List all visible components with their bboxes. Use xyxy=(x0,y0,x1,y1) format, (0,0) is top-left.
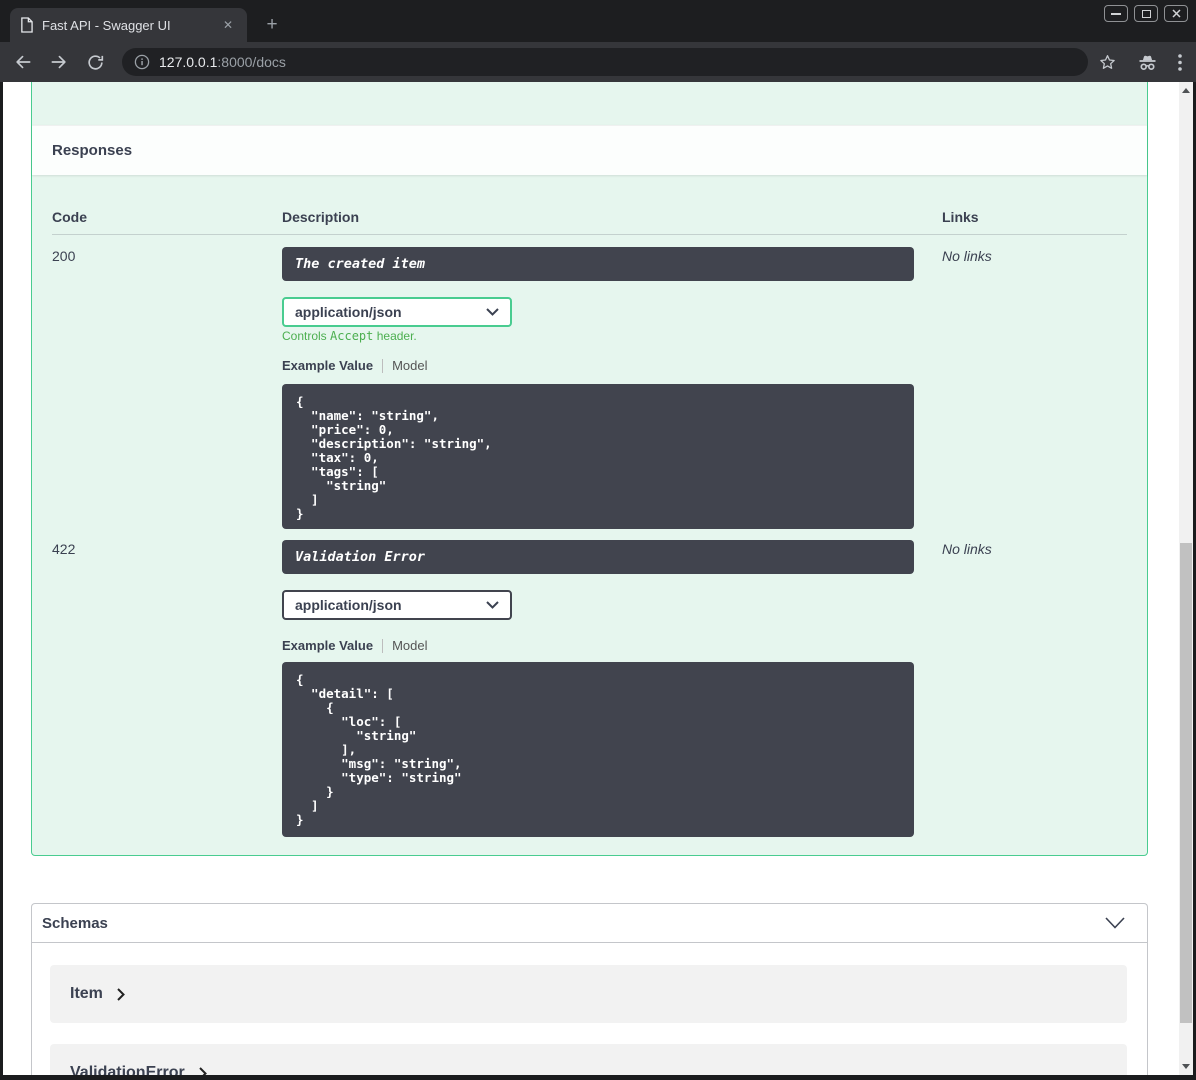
tab-close-icon[interactable]: ✕ xyxy=(219,16,237,34)
response-code-200: 200 xyxy=(52,248,76,264)
tab-model[interactable]: Model xyxy=(392,358,427,373)
browser-tab[interactable]: Fast API - Swagger UI ✕ xyxy=(10,8,247,42)
opblock-post: Responses Code Description Links 200 The… xyxy=(31,82,1148,856)
column-header-description: Description xyxy=(282,209,360,225)
forward-arrow-icon xyxy=(51,55,66,69)
example-model-tabs-422: Example Value Model xyxy=(282,638,427,653)
media-type-select-200[interactable]: application/json xyxy=(282,297,512,327)
back-arrow-icon xyxy=(16,55,31,69)
models-list: Item ValidationError xyxy=(32,943,1147,1075)
chevron-down-icon xyxy=(1105,917,1125,929)
links-cell-200: No links xyxy=(942,248,992,264)
new-tab-button[interactable]: + xyxy=(260,13,284,37)
browser-toolbar: 127.0.0.1:8000/docs xyxy=(0,42,1196,82)
chevron-down-icon xyxy=(486,601,499,609)
scroll-down-arrow-icon[interactable] xyxy=(1182,1064,1190,1069)
minimize-button[interactable] xyxy=(1104,5,1128,22)
schemas-title: Schemas xyxy=(42,914,108,932)
example-json-422: { "detail": [ { "loc": [ "string" ], "ms… xyxy=(282,662,914,837)
close-button[interactable] xyxy=(1164,5,1188,22)
tab-title: Fast API - Swagger UI xyxy=(42,17,171,33)
tab-model[interactable]: Model xyxy=(392,638,427,653)
response-code-422: 422 xyxy=(52,541,76,557)
column-header-links: Links xyxy=(942,209,979,225)
chevron-down-icon xyxy=(486,308,499,316)
model-item[interactable]: Item xyxy=(50,965,1127,1023)
incognito-icon xyxy=(1137,52,1158,73)
vertical-scrollbar[interactable] xyxy=(1179,82,1193,1075)
scrollbar-thumb[interactable] xyxy=(1180,543,1192,1023)
links-cell-422: No links xyxy=(942,541,992,557)
schemas-section: Schemas Item ValidationError xyxy=(31,903,1148,1075)
star-icon xyxy=(1100,54,1115,69)
site-info-icon[interactable] xyxy=(134,54,150,70)
window-controls xyxy=(1104,5,1188,22)
example-json-200: { "name": "string", "price": 0, "descrip… xyxy=(282,384,914,529)
column-header-code: Code xyxy=(52,209,87,225)
minimize-icon xyxy=(1111,12,1121,15)
browser-menu-button[interactable] xyxy=(1178,53,1182,71)
media-type-select-422[interactable]: application/json xyxy=(282,590,512,620)
bookmark-star-button[interactable] xyxy=(1098,53,1117,72)
tab-example-value[interactable]: Example Value xyxy=(282,638,373,653)
table-header-divider xyxy=(52,234,1127,235)
url-host: 127.0.0.1 xyxy=(159,54,218,70)
page-favicon-icon xyxy=(20,17,33,33)
tab-divider xyxy=(382,638,384,653)
response-description-200: The created item xyxy=(282,247,914,281)
maximize-button[interactable] xyxy=(1134,5,1158,22)
accept-header-hint: Controls Accept header. xyxy=(282,329,417,343)
responses-table: Code Description Links 200 The created i… xyxy=(52,82,1127,855)
schemas-header[interactable]: Schemas xyxy=(32,904,1147,943)
chevron-right-icon xyxy=(198,1066,207,1075)
tab-example-value[interactable]: Example Value xyxy=(282,358,373,373)
kebab-menu-icon xyxy=(1178,53,1182,71)
reload-button[interactable] xyxy=(84,51,106,73)
url-bar[interactable]: 127.0.0.1:8000/docs xyxy=(122,48,1088,76)
back-button[interactable] xyxy=(12,51,34,73)
swagger-page: Responses Code Description Links 200 The… xyxy=(3,82,1193,1075)
url-path: :8000/docs xyxy=(217,54,286,70)
forward-button[interactable] xyxy=(48,51,70,73)
example-model-tabs-200: Example Value Model xyxy=(282,358,427,373)
toolbar-actions xyxy=(1098,52,1182,73)
chevron-right-icon xyxy=(117,987,125,1001)
close-icon xyxy=(1171,9,1181,18)
reload-icon xyxy=(87,54,103,70)
model-validationerror[interactable]: ValidationError xyxy=(50,1044,1127,1075)
tab-strip: Fast API - Swagger UI ✕ + xyxy=(0,0,1196,42)
maximize-icon xyxy=(1141,9,1151,18)
tab-divider xyxy=(382,358,384,373)
response-description-422: Validation Error xyxy=(282,540,914,574)
browser-window: Fast API - Swagger UI ✕ + 127.0.0.1:8000… xyxy=(0,0,1196,1080)
scroll-up-arrow-icon[interactable] xyxy=(1182,88,1190,93)
